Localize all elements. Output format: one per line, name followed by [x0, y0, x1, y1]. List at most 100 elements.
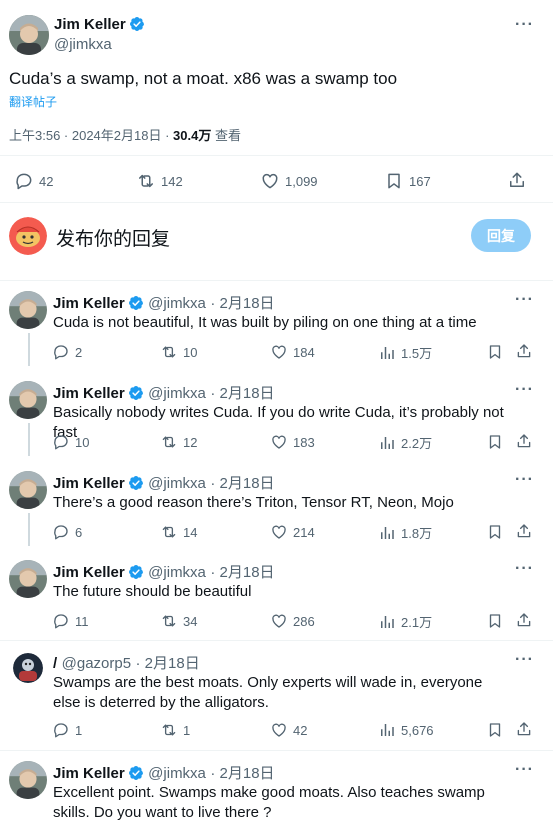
author-handle[interactable]: @jimkxa: [148, 564, 206, 581]
share-button[interactable]: [515, 611, 533, 629]
more-icon[interactable]: ···: [515, 471, 534, 489]
share-button[interactable]: [515, 720, 533, 738]
like-icon: [270, 612, 288, 630]
like-button[interactable]: 286: [270, 612, 315, 630]
avatar-image: [13, 653, 43, 683]
more-icon[interactable]: ···: [515, 761, 534, 779]
reply-button[interactable]: 2: [52, 343, 82, 361]
author-handle[interactable]: @jimkxa: [148, 295, 206, 312]
retweet-button[interactable]: 142: [136, 171, 183, 191]
reply-button[interactable]: 1: [52, 721, 82, 739]
views-icon: [378, 434, 396, 452]
retweet-button[interactable]: 34: [160, 612, 197, 630]
views-button[interactable]: 1.8万: [378, 523, 432, 542]
views-button[interactable]: 5,676: [378, 721, 434, 739]
author-handle[interactable]: @gazorp5: [62, 655, 131, 672]
views-button[interactable]: 1.5万: [378, 343, 432, 362]
like-icon: [270, 343, 288, 361]
reply-button[interactable]: 11: [52, 612, 89, 630]
more-icon[interactable]: ···: [515, 16, 534, 34]
like-button[interactable]: 1,099: [260, 171, 318, 191]
bookmark-button[interactable]: [486, 433, 504, 451]
main-tweet-text: Cuda’s a swamp, not a moat. x86 was a sw…: [9, 69, 398, 88]
like-count: 184: [293, 344, 315, 360]
avatar[interactable]: [9, 471, 47, 509]
more-icon[interactable]: ···: [515, 381, 534, 399]
author-name[interactable]: Jim Keller: [53, 564, 125, 581]
avatar[interactable]: [13, 653, 43, 683]
avatar[interactable]: [9, 291, 47, 329]
avatar[interactable]: [9, 560, 47, 598]
reply-item[interactable]: Jim Keller @jimkxa · 2月18日 ··· Basically n…: [0, 381, 553, 461]
views-count: 30.4万: [173, 128, 212, 143]
bookmark-button[interactable]: [486, 343, 504, 361]
main-author-name[interactable]: Jim Keller: [54, 16, 126, 33]
author-name[interactable]: Jim Keller: [53, 385, 125, 402]
retweet-button[interactable]: 1: [160, 721, 190, 739]
avatar[interactable]: [9, 761, 47, 799]
avatar-image: [9, 291, 47, 329]
retweet-button[interactable]: 14: [160, 523, 197, 541]
like-button[interactable]: 183: [270, 433, 315, 451]
avatar-jim-keller[interactable]: [9, 15, 49, 55]
like-count: 42: [293, 722, 308, 738]
views-label: 查看: [211, 128, 241, 143]
reply-submit-button[interactable]: 回复: [471, 219, 531, 252]
share-button[interactable]: [515, 342, 533, 360]
reply-button[interactable]: 10: [52, 433, 89, 451]
share-button[interactable]: [515, 432, 533, 450]
more-icon[interactable]: ···: [515, 560, 534, 578]
author-name[interactable]: Jim Keller: [53, 295, 125, 312]
reply-item[interactable]: Jim Keller @jimkxa · 2月18日 ··· Excellent p…: [0, 761, 553, 828]
reply-icon: [52, 433, 70, 451]
reply-header: / @gazorp5 · 2月18日: [53, 652, 200, 673]
author-handle[interactable]: @jimkxa: [148, 765, 206, 782]
more-icon[interactable]: ···: [515, 651, 534, 669]
reply-text: Excellent point. Swamps make good moats.…: [53, 784, 485, 821]
share-icon: [515, 522, 533, 540]
bookmark-button[interactable]: [486, 721, 504, 739]
reply-date[interactable]: · 2月18日: [210, 564, 274, 581]
retweet-button[interactable]: 10: [160, 343, 197, 361]
more-icon[interactable]: ···: [515, 291, 534, 309]
bookmark-icon: [486, 343, 504, 361]
reply-date[interactable]: · 2月18日: [210, 765, 274, 782]
avatar[interactable]: [9, 381, 47, 419]
like-button[interactable]: 184: [270, 343, 315, 361]
reply-button[interactable]: 6: [52, 523, 82, 541]
reply-item[interactable]: Jim Keller @jimkxa · 2月18日 ··· Cuda is not…: [0, 291, 553, 371]
reply-date[interactable]: · 2月18日: [210, 295, 274, 312]
translate-link[interactable]: 翻译帖子: [9, 93, 57, 110]
views-button[interactable]: 2.1万: [378, 612, 432, 631]
reply-count: 1: [75, 722, 83, 738]
share-button[interactable]: [507, 170, 527, 190]
author-name[interactable]: Jim Keller: [53, 475, 125, 492]
author-handle[interactable]: @jimkxa: [148, 475, 206, 492]
author-name[interactable]: Jim Keller: [53, 765, 125, 782]
reply-icon: [52, 523, 70, 541]
retweet-count: 12: [183, 434, 198, 450]
bookmark-button[interactable]: 167: [384, 171, 431, 191]
reply-button[interactable]: 42: [14, 171, 53, 191]
compose-input[interactable]: 发布你的回复: [56, 224, 170, 251]
views-button[interactable]: 2.2万: [378, 433, 432, 452]
bookmark-button[interactable]: [486, 523, 504, 541]
reply-item[interactable]: Jim Keller @jimkxa · 2月18日 ··· There’s a g…: [0, 471, 553, 551]
like-button[interactable]: 214: [270, 523, 315, 541]
reply-item[interactable]: / @gazorp5 · 2月18日 ··· Swamps are the best…: [0, 651, 553, 747]
verified-icon: [128, 385, 144, 401]
author-handle[interactable]: @jimkxa: [148, 385, 206, 402]
reply-icon: [52, 612, 70, 630]
author-name[interactable]: /: [53, 655, 57, 672]
bookmark-icon: [486, 523, 504, 541]
bookmark-button[interactable]: [486, 612, 504, 630]
retweet-button[interactable]: 12: [160, 433, 197, 451]
reply-date[interactable]: · 2月18日: [210, 385, 274, 402]
timestamp[interactable]: 上午3:56 · 2024年2月18日 ·: [9, 128, 173, 143]
share-button[interactable]: [515, 522, 533, 540]
like-button[interactable]: 42: [270, 721, 307, 739]
reply-item[interactable]: Jim Keller @jimkxa · 2月18日 ··· The future …: [0, 560, 553, 640]
reply-date[interactable]: · 2月18日: [210, 475, 274, 492]
reply-date[interactable]: · 2月18日: [136, 655, 200, 672]
main-author-handle[interactable]: @jimkxa: [54, 36, 145, 53]
